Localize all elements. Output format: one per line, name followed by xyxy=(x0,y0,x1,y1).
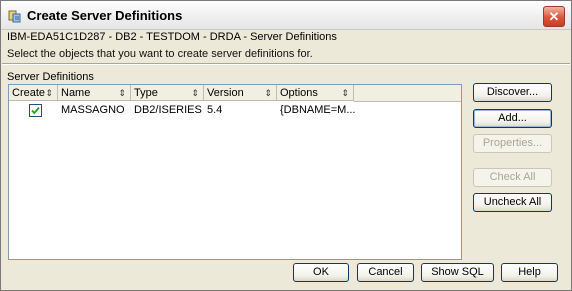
row-name: MASSAGNO xyxy=(61,104,125,116)
column-header-type[interactable]: Type ⇕ xyxy=(131,85,204,101)
header-divider xyxy=(2,63,570,65)
ok-button[interactable]: OK xyxy=(293,263,349,282)
title-bar[interactable]: Create Server Definitions ✕ xyxy=(1,1,571,30)
create-server-definitions-dialog: Create Server Definitions ✕ IBM-EDA51C1D… xyxy=(0,0,572,291)
help-button[interactable]: Help xyxy=(501,263,558,282)
sort-icon: ⇕ xyxy=(191,88,199,98)
create-checkbox[interactable] xyxy=(29,104,42,117)
header-filler xyxy=(354,85,461,102)
column-header-version[interactable]: Version ⇕ xyxy=(204,85,277,101)
table-row[interactable]: MASSAGNO DB2/ISERIES 5.4 {DBNAME=M... xyxy=(9,102,461,118)
column-header-options[interactable]: Options ⇕ xyxy=(277,85,354,101)
instructions-text: Select the objects that you want to crea… xyxy=(7,48,313,60)
checkmark-icon xyxy=(31,106,40,115)
sort-icon: ⇕ xyxy=(118,88,126,98)
dialog-title: Create Server Definitions xyxy=(27,8,183,23)
column-header-name[interactable]: Name ⇕ xyxy=(58,85,131,101)
discover-button[interactable]: Discover... xyxy=(473,83,552,102)
close-icon: ✕ xyxy=(548,9,560,24)
server-definitions-icon xyxy=(8,9,22,23)
table-header: Create ⇕ Name ⇕ Type ⇕ Version ⇕ Options… xyxy=(9,85,461,102)
row-options: {DBNAME=M... xyxy=(280,104,356,116)
row-version: 5.4 xyxy=(207,104,223,116)
uncheck-all-button[interactable]: Uncheck All xyxy=(473,193,552,212)
row-type: DB2/ISERIES xyxy=(134,104,202,116)
sort-icon: ⇕ xyxy=(45,88,53,98)
properties-button[interactable]: Properties... xyxy=(473,134,552,153)
sort-icon: ⇕ xyxy=(264,88,272,98)
sort-icon: ⇕ xyxy=(341,88,349,98)
column-header-create[interactable]: Create ⇕ xyxy=(9,85,58,101)
check-all-button[interactable]: Check All xyxy=(473,168,552,187)
cancel-button[interactable]: Cancel xyxy=(357,263,414,282)
show-sql-button[interactable]: Show SQL xyxy=(421,263,494,282)
close-button[interactable]: ✕ xyxy=(543,6,565,27)
connection-path: IBM-EDA51C1D287 - DB2 - TESTDOM - DRDA -… xyxy=(7,31,337,43)
add-button[interactable]: Add... xyxy=(473,109,552,128)
server-definitions-label: Server Definitions xyxy=(7,71,94,83)
server-definitions-table[interactable]: Create ⇕ Name ⇕ Type ⇕ Version ⇕ Options… xyxy=(8,84,462,260)
